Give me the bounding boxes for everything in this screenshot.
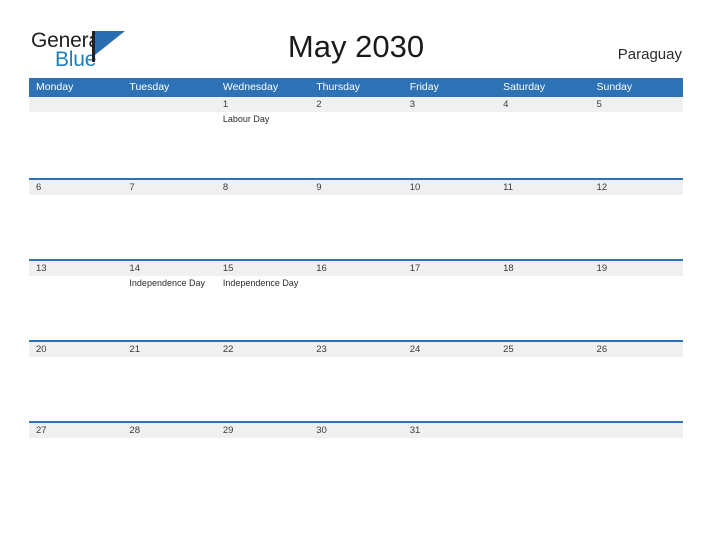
calendar-empty-cell <box>29 97 122 178</box>
calendar-day-cell[interactable]: 4 <box>496 97 589 178</box>
week-cells: 13 14 Independence Day 15 Independence Day 16… <box>29 261 683 340</box>
calendar-day-cell[interactable]: 6 <box>29 180 122 259</box>
calendar-day-cell[interactable]: 27 <box>29 423 122 502</box>
week-cells: 20 21 22 23 24 25 26 <box>29 342 683 421</box>
day-number: 5 <box>596 99 602 110</box>
day-number <box>503 423 589 438</box>
day-number: 22 <box>222 344 234 355</box>
day-number: 16 <box>316 263 327 274</box>
calendar-day-cell[interactable]: 1 Labour Day <box>216 97 309 178</box>
calendar-day-cell[interactable]: 22 <box>216 342 309 421</box>
calendar-day-cell[interactable]: 31 <box>403 423 496 502</box>
day-number <box>597 423 683 438</box>
page-header: General Blue May 2030 Paraguay <box>0 0 712 76</box>
day-number: 7 <box>129 182 135 193</box>
calendar-day-cell[interactable]: 25 <box>496 342 589 421</box>
calendar-day-cell[interactable]: 11 <box>496 180 589 259</box>
day-number: 15 <box>222 263 234 274</box>
day-number: 8 <box>222 182 229 193</box>
day-number: 18 <box>503 263 514 274</box>
calendar-week-row: 27 28 29 30 31 <box>29 421 683 502</box>
day-number: 11 <box>503 182 513 193</box>
day-number: 28 <box>129 425 140 436</box>
day-number: 13 <box>36 263 47 274</box>
day-number: 21 <box>129 344 140 355</box>
day-number: 2 <box>316 99 322 110</box>
day-number: 27 <box>36 425 47 436</box>
day-number: 19 <box>596 263 608 274</box>
day-number <box>36 97 122 112</box>
calendar-weeks: 1 Labour Day 2 3 4 5 6 7 8 9 10 11 12 13 14 Independenc… <box>29 97 683 502</box>
calendar-day-cell[interactable]: 2 <box>309 97 402 178</box>
country-label: Paraguay <box>617 46 682 63</box>
day-number: 12 <box>596 182 608 193</box>
calendar-week-row: 1 Labour Day 2 3 4 5 <box>29 97 683 178</box>
calendar-grid: Monday Tuesday Wednesday Thursday Friday… <box>29 78 683 502</box>
calendar-week-row: 6 7 8 9 10 11 12 <box>29 178 683 259</box>
holiday-label: Labour Day <box>222 114 270 124</box>
day-number: 10 <box>409 182 421 193</box>
calendar-day-cell[interactable]: 7 <box>122 180 215 259</box>
calendar-day-cell[interactable]: 19 <box>590 261 683 340</box>
calendar-day-cell[interactable]: 28 <box>122 423 215 502</box>
day-number: 9 <box>316 182 322 193</box>
day-number: 3 <box>409 99 415 110</box>
weekday-header-sunday: Sunday <box>596 81 633 93</box>
calendar-day-cell[interactable]: 5 <box>590 97 683 178</box>
day-number: 26 <box>596 344 608 355</box>
day-number: 24 <box>409 344 421 355</box>
calendar-day-cell[interactable]: 9 <box>309 180 402 259</box>
calendar-day-cell[interactable]: 14 Independence Day <box>122 261 215 340</box>
calendar-week-row: 13 14 Independence Day 15 Independence Day 16… <box>29 259 683 340</box>
calendar-day-cell[interactable]: 16 <box>309 261 402 340</box>
weekday-header-row: Monday Tuesday Wednesday Thursday Friday… <box>29 78 683 97</box>
calendar-day-cell[interactable]: 18 <box>496 261 589 340</box>
day-number: 17 <box>409 263 421 274</box>
weekday-header-thursday: Thursday <box>316 81 361 93</box>
day-number: 30 <box>316 425 327 436</box>
calendar-empty-cell <box>590 423 683 502</box>
weekday-header-wednesday: Wednesday <box>222 81 279 93</box>
page-title: May 2030 <box>287 29 425 64</box>
day-number: 6 <box>36 182 42 193</box>
day-number: 14 <box>129 263 140 274</box>
calendar-day-cell[interactable]: 24 <box>403 342 496 421</box>
weekday-header-tuesday: Tuesday <box>129 81 170 93</box>
calendar-day-cell[interactable]: 13 <box>29 261 122 340</box>
holiday-label: Independence Day <box>129 278 205 288</box>
day-number: 23 <box>316 344 327 355</box>
calendar-day-cell[interactable]: 3 <box>403 97 496 178</box>
weekday-header-monday: Monday <box>36 81 74 93</box>
day-number: 29 <box>222 425 234 436</box>
calendar-week-row: 20 21 22 23 24 25 26 <box>29 340 683 421</box>
calendar-page: General Blue May 2030 Paraguay Monday Tu… <box>0 0 712 550</box>
week-cells: 6 7 8 9 10 11 12 <box>29 180 683 259</box>
calendar-empty-cell <box>496 423 589 502</box>
calendar-day-cell[interactable]: 26 <box>590 342 683 421</box>
calendar-day-cell[interactable]: 10 <box>403 180 496 259</box>
day-number: 1 <box>222 99 229 110</box>
calendar-day-cell[interactable]: 15 Independence Day <box>216 261 309 340</box>
calendar-day-cell[interactable]: 29 <box>216 423 309 502</box>
day-number: 31 <box>409 425 421 436</box>
holiday-label: Independence Day <box>222 278 299 288</box>
calendar-day-cell[interactable]: 30 <box>309 423 402 502</box>
calendar-day-cell[interactable]: 12 <box>590 180 683 259</box>
day-number <box>129 97 215 112</box>
day-number: 20 <box>36 344 47 355</box>
weekday-header-friday: Friday <box>409 81 439 93</box>
calendar-day-cell[interactable]: 21 <box>122 342 215 421</box>
calendar-empty-cell <box>122 97 215 178</box>
weekday-header-saturday: Saturday <box>503 81 546 93</box>
calendar-day-cell[interactable]: 8 <box>216 180 309 259</box>
day-number: 25 <box>503 344 514 355</box>
calendar-day-cell[interactable]: 20 <box>29 342 122 421</box>
calendar-day-cell[interactable]: 17 <box>403 261 496 340</box>
calendar-day-cell[interactable]: 23 <box>309 342 402 421</box>
day-number: 4 <box>503 99 509 110</box>
week-cells: 1 Labour Day 2 3 4 5 <box>29 97 683 178</box>
week-cells: 27 28 29 30 31 <box>29 423 683 502</box>
